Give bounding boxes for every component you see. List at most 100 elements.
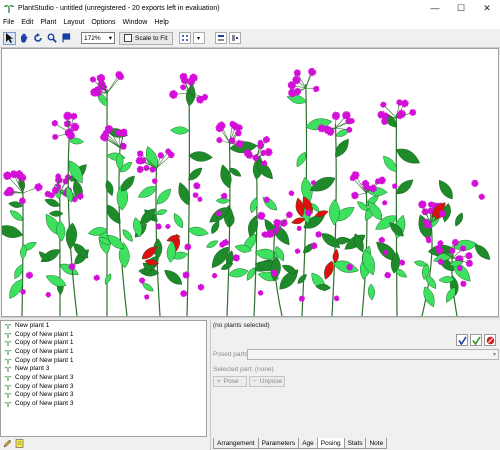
pose-button[interactable]: + Pose <box>213 376 247 387</box>
plant-list-item[interactable]: Copy of New plant 3 <box>1 373 206 382</box>
zoom-select[interactable]: 172% ▾ <box>81 32 115 44</box>
menu-window[interactable]: Window <box>122 19 147 26</box>
menu-file[interactable]: File <box>3 19 14 26</box>
posing-tool-button[interactable] <box>59 32 72 45</box>
arrange-button[interactable] <box>178 32 191 44</box>
close-button[interactable]: ✕ <box>474 0 500 16</box>
unpose-button[interactable]: − Unpose <box>249 376 285 387</box>
posed-parts-select[interactable]: ▾ <box>247 349 499 360</box>
chevron-down-icon: ▾ <box>492 352 496 358</box>
magnify-tool-button[interactable] <box>45 32 58 45</box>
chevron-down-icon: ▾ <box>197 35 201 42</box>
chevron-down-icon: ▾ <box>108 35 112 42</box>
remove-pose-button[interactable] <box>484 334 496 346</box>
pose-checkmark-button[interactable] <box>456 334 468 346</box>
menu-plant[interactable]: Plant <box>40 19 56 26</box>
menu-bar: File Edit Plant Layout Options Window He… <box>0 16 500 29</box>
tab-posing[interactable]: Posing <box>316 438 345 449</box>
menu-help[interactable]: Help <box>154 19 168 26</box>
menu-layout[interactable]: Layout <box>63 19 84 26</box>
plus-icon: + <box>217 378 221 385</box>
posed-parts-label: Posed parts <box>213 351 248 358</box>
menu-edit[interactable]: Edit <box>21 19 33 26</box>
magnifier-icon <box>47 33 57 43</box>
toolbar: 172% ▾ Scale to Fit ▾ <box>0 29 500 48</box>
plant-list-item-label: Copy of New plant 1 <box>15 339 74 347</box>
tab-parameters[interactable]: Parameters <box>257 438 300 449</box>
minus-icon: − <box>253 378 257 385</box>
plant-list-item[interactable]: Copy of New plant 1 <box>1 347 206 356</box>
rotate-icon <box>33 33 42 42</box>
arrow-cursor-icon <box>6 33 13 43</box>
align-icon <box>217 35 224 41</box>
plant-list-item-label: Copy of New plant 1 <box>15 330 74 338</box>
plant-icon <box>4 350 12 355</box>
plant-icon <box>4 402 12 408</box>
minimize-button[interactable]: — <box>422 0 448 16</box>
plant-icon <box>4 393 12 399</box>
plant-list-item[interactable]: New plant 1 <box>1 321 206 330</box>
align-button[interactable] <box>214 32 227 44</box>
plant-list-item-label: Copy of New plant 3 <box>15 382 74 390</box>
hand-icon <box>20 33 28 43</box>
plant-list-item[interactable]: Copy of New plant 3 <box>1 391 206 400</box>
tab-age[interactable]: Age <box>298 438 318 449</box>
plant-list[interactable]: New plant 1 Copy of New plant 1 Copy of Ne… <box>0 320 207 437</box>
rotate-tool-button[interactable] <box>31 32 44 45</box>
pose-button-label: Pose <box>223 378 239 385</box>
plant-list-item[interactable]: Copy of New plant 1 <box>1 356 206 365</box>
plant-list-item[interactable]: Copy of New plant 3 <box>1 382 206 391</box>
pose-green-checkmark-button[interactable] <box>470 334 482 346</box>
plant-list-footer <box>0 437 207 450</box>
arrange-dropdown-button[interactable]: ▾ <box>192 32 205 44</box>
plant-list-item-label: Copy of New plant 1 <box>15 356 74 364</box>
plant-list-item-label: New plant 3 <box>15 365 50 373</box>
flag-icon <box>61 33 70 43</box>
selected-part-label: Selected part: (none) <box>213 366 274 373</box>
posing-panel: (no plants selected) Posed parts ▾ Selec… <box>210 320 500 450</box>
plant-illustration <box>2 67 491 316</box>
distribute-button[interactable] <box>228 32 241 44</box>
plant-icon <box>4 341 12 347</box>
unpose-button-label: Unpose <box>259 378 283 385</box>
pencil-icon[interactable] <box>3 439 12 448</box>
plant-icon <box>4 376 12 381</box>
plant-list-item-label: Copy of New plant 3 <box>15 373 74 381</box>
plant-icon <box>4 384 12 390</box>
drag-tool-button[interactable] <box>17 32 30 45</box>
selection-status: (no plants selected) <box>213 322 270 329</box>
plant-icon <box>4 324 12 329</box>
plant-drawing-canvas[interactable] <box>1 48 499 317</box>
plant-icon <box>4 367 12 373</box>
blue-checkmark-icon <box>457 336 467 345</box>
green-checkmark-icon <box>471 336 481 345</box>
plant-list-item[interactable]: Copy of New plant 1 <box>1 338 206 347</box>
panel-tabs: Arrangement Parameters Age Posing Stats … <box>213 438 388 449</box>
plant-list-item-label: Copy of New plant 3 <box>15 400 74 408</box>
dots-arrange-icon <box>181 35 188 41</box>
tab-arrangement[interactable]: Arrangement <box>213 438 259 449</box>
scale-to-fit-button[interactable]: Scale to Fit <box>119 31 173 45</box>
select-tool-button[interactable] <box>3 31 16 45</box>
fit-frame-icon <box>124 34 132 42</box>
window-title: PlantStudio - untitled (unregistered - 2… <box>18 4 220 12</box>
title-bar: PlantStudio - untitled (unregistered - 2… <box>0 0 500 16</box>
distribute-icon <box>231 35 238 41</box>
maximize-button[interactable]: ☐ <box>448 0 474 16</box>
menu-options[interactable]: Options <box>91 19 115 26</box>
plant-list-item[interactable]: Copy of New plant 3 <box>1 399 206 408</box>
plant-icon <box>4 332 12 338</box>
plantstudio-app-icon <box>4 5 14 13</box>
scale-to-fit-label: Scale to Fit <box>135 34 168 42</box>
no-entry-icon <box>486 336 494 344</box>
plant-icon <box>4 358 12 364</box>
note-icon[interactable] <box>15 439 24 448</box>
tab-note[interactable]: Note <box>365 438 388 449</box>
plant-list-item-label: Copy of New plant 3 <box>15 391 74 399</box>
plant-list-item[interactable]: New plant 3 <box>1 364 206 373</box>
plant-list-item[interactable]: Copy of New plant 1 <box>1 330 206 339</box>
plant-list-item-label: Copy of New plant 1 <box>15 347 74 355</box>
tab-stats[interactable]: Stats <box>343 438 367 449</box>
zoom-value: 172% <box>84 34 101 42</box>
plant-list-item-label: New plant 1 <box>15 321 50 329</box>
